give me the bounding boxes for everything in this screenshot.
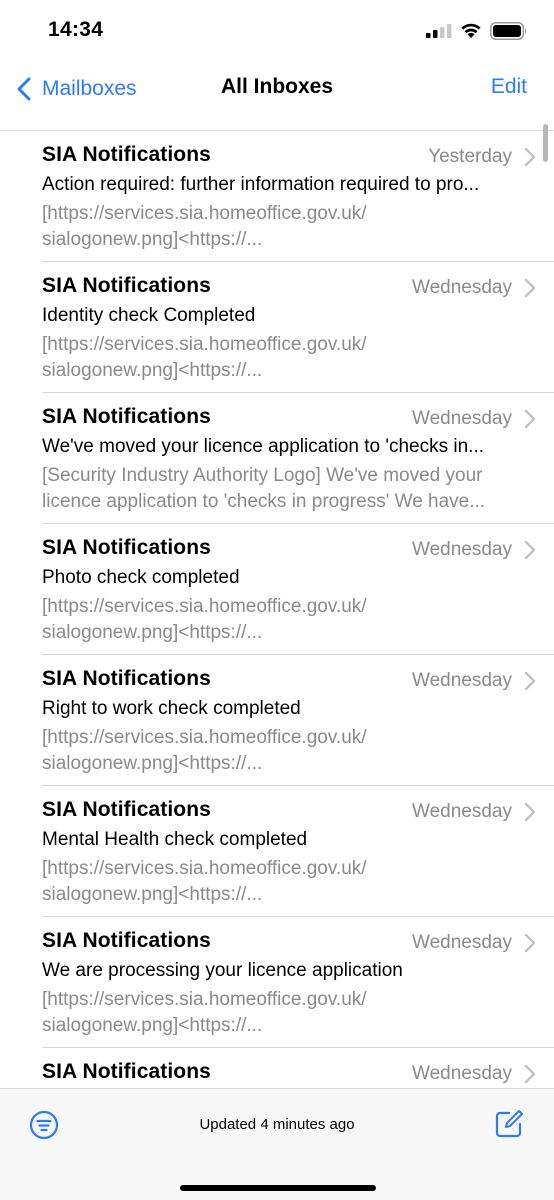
chevron-right-icon (524, 147, 536, 167)
message-preview-line: sialogonew.png]<https://... (42, 1015, 263, 1036)
message-date: Wednesday (412, 277, 512, 298)
scroll-indicator[interactable] (543, 124, 548, 162)
message-row[interactable]: SIA Notifications Yesterday Action requi… (0, 131, 554, 262)
message-row[interactable]: SIA Notifications Wednesday We've moved … (0, 393, 554, 524)
battery-icon (490, 22, 527, 40)
message-preview: [https://services.sia.homeoffice.gov.uk/… (42, 856, 526, 908)
message-date: Wednesday (412, 670, 512, 691)
chevron-right-icon (524, 540, 536, 560)
message-subject: Identity check Completed (42, 305, 256, 326)
message-preview-line: sialogonew.png]<https://... (42, 884, 263, 905)
wifi-icon (461, 23, 481, 38)
navigation-bar: Mailboxes All Inboxes Edit (0, 62, 554, 118)
message-preview-line: sialogonew.png]<https://... (42, 753, 263, 774)
chevron-right-icon (524, 409, 536, 429)
message-preview-line: licence application to 'checks in progre… (42, 491, 486, 512)
message-row[interactable]: SIA Notifications Wednesday (0, 1048, 554, 1088)
bottom-toolbar: Updated 4 minutes ago (0, 1088, 554, 1200)
message-sender: SIA Notifications (42, 667, 211, 690)
message-subject: Action required: further information req… (42, 174, 480, 195)
message-preview-line: [https://services.sia.homeoffice.gov.uk/ (42, 989, 367, 1010)
home-indicator[interactable] (180, 1185, 376, 1191)
message-subject: Right to work check completed (42, 698, 301, 719)
message-preview: [https://services.sia.homeoffice.gov.uk/… (42, 594, 526, 646)
message-preview-line: sialogonew.png]<https://... (42, 360, 263, 381)
back-button-label: Mailboxes (42, 77, 137, 100)
message-preview-line: [https://services.sia.homeoffice.gov.uk/ (42, 334, 367, 355)
chevron-left-icon (17, 77, 31, 101)
message-date: Wednesday (412, 408, 512, 429)
message-row[interactable]: SIA Notifications Wednesday We are proce… (0, 917, 554, 1048)
message-preview-line: [https://services.sia.homeoffice.gov.uk/ (42, 596, 367, 617)
message-row[interactable]: SIA Notifications Wednesday Photo check … (0, 524, 554, 655)
message-row[interactable]: SIA Notifications Wednesday Right to wor… (0, 655, 554, 786)
update-status-text: Updated 4 minutes ago (199, 1116, 355, 1133)
message-date: Wednesday (412, 801, 512, 822)
edit-button[interactable]: Edit (491, 75, 527, 99)
message-sender: SIA Notifications (42, 405, 211, 428)
message-preview-line: [https://services.sia.homeoffice.gov.uk/ (42, 858, 367, 879)
message-preview: [https://services.sia.homeoffice.gov.uk/… (42, 987, 526, 1039)
message-subject: We are processing your licence applicati… (42, 960, 403, 981)
message-preview: [https://services.sia.homeoffice.gov.uk/… (42, 332, 526, 384)
message-subject: We've moved your licence application to … (42, 436, 485, 457)
chevron-right-icon (524, 802, 536, 822)
message-date: Wednesday (412, 539, 512, 560)
message-subject: Mental Health check completed (42, 829, 308, 850)
message-row[interactable]: SIA Notifications Wednesday Mental Healt… (0, 786, 554, 917)
message-sender: SIA Notifications (42, 1060, 211, 1083)
message-date: Wednesday (412, 932, 512, 953)
message-sender: SIA Notifications (42, 536, 211, 559)
message-preview: [https://services.sia.homeoffice.gov.uk/… (42, 201, 526, 253)
chevron-right-icon (524, 278, 536, 298)
cellular-signal-icon (426, 24, 452, 38)
message-preview-line: sialogonew.png]<https://... (42, 229, 263, 250)
chevron-right-icon (524, 1064, 536, 1084)
status-bar: 14:34 (0, 0, 554, 62)
message-preview-line: sialogonew.png]<https://... (42, 622, 263, 643)
message-sender: SIA Notifications (42, 143, 211, 166)
message-preview-line: [https://services.sia.homeoffice.gov.uk/ (42, 727, 367, 748)
message-sender: SIA Notifications (42, 929, 211, 952)
chevron-right-icon (524, 933, 536, 953)
message-list[interactable]: SIA Notifications Yesterday Action requi… (0, 130, 554, 1088)
message-row[interactable]: SIA Notifications Wednesday Identity che… (0, 262, 554, 393)
message-preview: [Security Industry Authority Logo] We've… (42, 463, 526, 515)
message-date: Wednesday (412, 1063, 512, 1084)
message-date: Yesterday (428, 146, 512, 167)
message-preview-line: [Security Industry Authority Logo] We've… (42, 465, 483, 486)
message-sender: SIA Notifications (42, 274, 211, 297)
message-preview: [https://services.sia.homeoffice.gov.uk/… (42, 725, 526, 777)
message-sender: SIA Notifications (42, 798, 211, 821)
chevron-right-icon (524, 671, 536, 691)
compose-icon[interactable] (494, 1109, 524, 1139)
message-subject: Photo check completed (42, 567, 240, 588)
status-time: 14:34 (48, 18, 104, 41)
message-preview-line: [https://services.sia.homeoffice.gov.uk/ (42, 203, 367, 224)
back-to-mailboxes-button[interactable]: Mailboxes (16, 72, 137, 106)
